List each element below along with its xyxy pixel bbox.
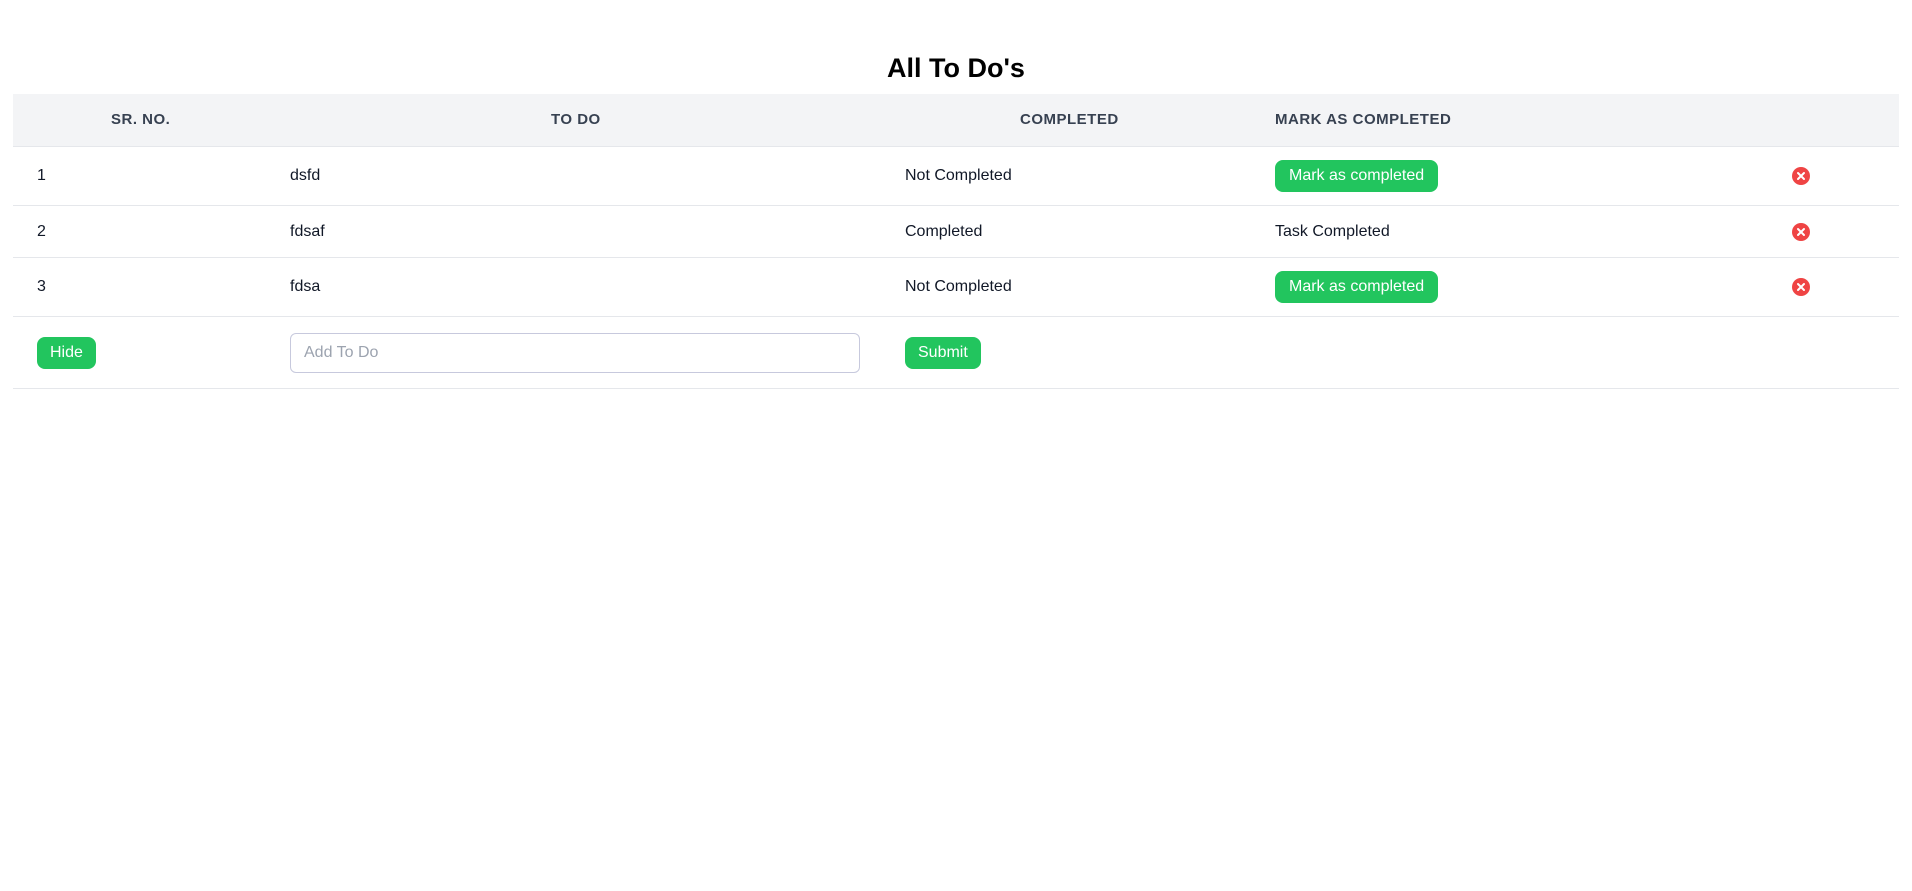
row-todo-text: dsfd <box>290 167 321 184</box>
header-completed: COMPLETED <box>1020 111 1119 128</box>
close-circle-icon[interactable] <box>1792 167 1810 185</box>
todo-table: SR. NO. TO DO COMPLETED MARK AS COMPLETE… <box>13 94 1899 389</box>
table-header: SR. NO. TO DO COMPLETED MARK AS COMPLETE… <box>13 94 1899 147</box>
add-todo-row: Hide Submit <box>13 317 1899 389</box>
row-sr-no: 1 <box>37 167 46 184</box>
x-glyph <box>1797 227 1805 236</box>
submit-button[interactable]: Submit <box>905 336 981 369</box>
table-row: 3 fdsa Not Completed Mark as completed <box>13 258 1899 317</box>
close-circle-icon[interactable] <box>1792 278 1810 296</box>
row-sr-no: 3 <box>37 278 46 295</box>
row-action-cell: Mark as completed <box>1275 147 1439 205</box>
mark-as-completed-button[interactable]: Mark as completed <box>1275 271 1439 303</box>
hide-button[interactable]: Hide <box>37 336 96 369</box>
table-row: 2 fdsaf Completed Task Completed <box>13 206 1899 258</box>
header-sr-no: SR. NO. <box>111 111 171 128</box>
mark-as-completed-button[interactable]: Mark as completed <box>1275 160 1439 192</box>
add-todo-input[interactable] <box>290 332 860 373</box>
submit-cell: Submit <box>905 317 981 388</box>
input-cell <box>290 317 860 388</box>
close-circle-icon[interactable] <box>1792 222 1810 241</box>
row-delete-cell <box>1792 206 1810 257</box>
row-sr-no: 2 <box>37 222 46 240</box>
x-glyph <box>1797 283 1805 291</box>
row-todo-text: fdsaf <box>290 222 325 240</box>
row-delete-cell <box>1792 147 1810 205</box>
x-glyph <box>1797 172 1805 180</box>
task-completed-text: Task Completed <box>1275 222 1390 240</box>
table-row: 1 dsfd Not Completed Mark as completed <box>13 147 1899 206</box>
row-todo-text: fdsa <box>290 278 321 295</box>
header-todo: TO DO <box>551 111 601 128</box>
page-title: All To Do's <box>887 53 1025 83</box>
page: All To Do's SR. NO. TO DO COMPLETED MARK… <box>0 0 1912 891</box>
header-mark-as-completed: MARK AS COMPLETED <box>1275 111 1452 128</box>
row-status: Not Completed <box>905 278 1012 295</box>
row-status: Completed <box>905 222 983 240</box>
row-delete-cell <box>1792 258 1810 316</box>
row-action-cell: Mark as completed <box>1275 258 1439 316</box>
hide-cell: Hide <box>37 317 96 388</box>
row-status: Not Completed <box>905 167 1012 184</box>
